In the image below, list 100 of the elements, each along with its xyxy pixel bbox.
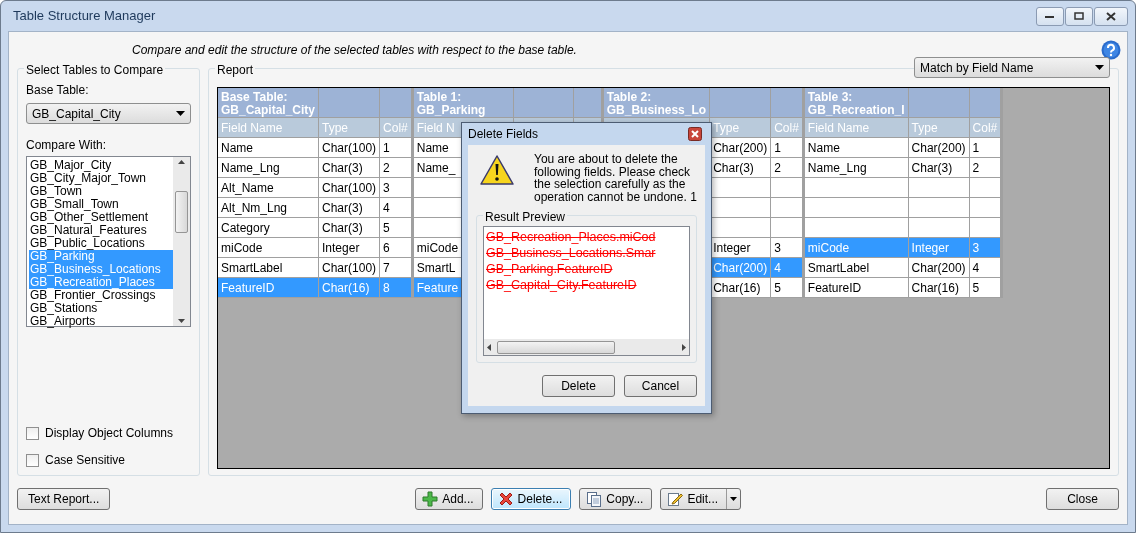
list-item[interactable]: GB_Major_City (29, 159, 173, 172)
match-dropdown[interactable]: Match by Field Name (914, 57, 1110, 78)
list-item[interactable]: GB_Public_Locations (29, 237, 173, 250)
table-cell: 2 (972, 160, 980, 175)
table-cell: Char(200) (911, 260, 966, 275)
table-cell: Name_ (416, 160, 456, 175)
table-cell: Name (416, 140, 449, 155)
window-title: Table Structure Manager (13, 7, 156, 26)
copy-button[interactable]: Copy... (579, 488, 653, 510)
table-cell: Name_Lng (221, 160, 280, 175)
table-cell: Char(16) (911, 280, 959, 295)
table-cell: 3 (774, 240, 781, 255)
edit-button[interactable]: Edit... (660, 488, 742, 510)
table-cell: 2 (383, 160, 390, 175)
down-arrow-icon[interactable] (178, 319, 185, 323)
table-cell: Feature (416, 280, 459, 295)
subtitle: Compare and edit the structure of the selected tables with respect to the base table. (132, 42, 577, 59)
scrollbar[interactable] (484, 339, 689, 355)
list-item[interactable]: GB_City_Major_Town (29, 172, 173, 185)
checkbox[interactable] (26, 453, 39, 467)
table-cell: Char(3) (322, 200, 363, 215)
list-item[interactable]: GB_Natural_Features (29, 224, 173, 237)
add-button[interactable]: Add... (415, 488, 483, 510)
table-cell: SmartLabel (221, 260, 283, 275)
table-cell: Char(3) (322, 160, 363, 175)
left-arrow-icon[interactable] (487, 343, 491, 351)
up-arrow-icon[interactable] (178, 160, 185, 164)
table-cell: Char(3) (713, 160, 754, 175)
table-cell: Char(200) (713, 140, 768, 155)
checkbox[interactable] (26, 426, 39, 440)
maximize-button[interactable] (1065, 7, 1093, 26)
preview-item: GB_Parking.FeatureID (486, 261, 614, 277)
dialog-button[interactable]: Cancel (624, 375, 697, 397)
column-header: Field Name (221, 120, 283, 135)
close-button[interactable]: Close (1046, 488, 1119, 510)
table-cell: 1 (972, 140, 980, 155)
table-cell: 4 (383, 200, 390, 215)
table-cell: 5 (972, 280, 980, 295)
table-cell: Char(16) (322, 280, 370, 295)
table-cell: Name_Lng (807, 160, 867, 175)
close-icon (1106, 12, 1116, 21)
list-item[interactable]: GB_Town (29, 185, 173, 198)
table-cell: 6 (383, 240, 390, 255)
table-cell: FeatureID (807, 280, 862, 295)
table-header: Table 1: GB_Parking (416, 91, 486, 117)
caret-icon (176, 111, 185, 116)
table-cell: 2 (774, 160, 781, 175)
close-button[interactable] (1094, 7, 1128, 26)
table-cell: Char(200) (911, 140, 966, 155)
dialog-button[interactable]: Delete (542, 375, 615, 397)
scroll-thumb[interactable] (175, 190, 188, 233)
list-item[interactable]: GB_Small_Town (29, 198, 173, 211)
table-cell: SmartL (416, 260, 456, 275)
warning-icon (480, 155, 514, 185)
table-cell: Category (221, 220, 270, 235)
checkbox-label: Display Object Columns (45, 425, 174, 442)
caret-icon (1095, 65, 1104, 70)
table-cell: 1 (774, 140, 781, 155)
list-item[interactable]: GB_Airports (29, 315, 173, 328)
minimize-button[interactable] (1036, 7, 1064, 26)
list-item[interactable]: GB_Other_Settlement (29, 211, 173, 224)
scrollbar[interactable] (173, 157, 190, 326)
maximize-icon (1073, 12, 1085, 21)
delete-button[interactable]: Delete... (490, 488, 572, 510)
table-cell: Integer (713, 240, 751, 255)
field-label: Compare With: (26, 137, 107, 154)
table-cell: Char(100) (322, 140, 377, 155)
column-header: Type (322, 120, 349, 135)
table-cell: Name (221, 140, 253, 155)
list-item[interactable]: GB_Frontier_Crossings (29, 289, 173, 302)
preview-item: GB_Business_Locations.Smar (486, 245, 657, 261)
edit-icon (667, 491, 684, 507)
checkbox-label: Case Sensitive (45, 452, 126, 469)
close-icon[interactable] (688, 127, 702, 141)
help-icon[interactable] (1101, 40, 1121, 60)
base-table-dropdown[interactable]: GB_Capital_City (26, 103, 191, 124)
table-cell: 5 (774, 280, 781, 295)
table-cell: Char(3) (322, 220, 363, 235)
table-cell: Alt_Nm_Lng (221, 200, 288, 215)
table-cell: 5 (383, 220, 390, 235)
table-cell: miCode (221, 240, 263, 255)
table-header: Table 2: GB_Business_Lo (606, 91, 707, 117)
list-item[interactable]: GB_Stations (29, 302, 173, 315)
table-header: Table 3: GB_Recreation_I (807, 91, 905, 117)
copy-icon (586, 491, 603, 507)
table-cell: Alt_Name (221, 180, 274, 195)
table-cell: 7 (383, 260, 390, 275)
table-cell: miCode (807, 240, 850, 255)
column-header: Field N (416, 120, 455, 135)
dialog-title: Delete Fields (468, 126, 539, 143)
table-cell: 8 (383, 280, 390, 295)
table-cell: Char(100) (322, 260, 377, 275)
plus-icon (422, 491, 439, 507)
table-cell: Char(16) (713, 280, 761, 295)
column-header: Type (911, 120, 938, 135)
text-report-button[interactable]: Text Report... (17, 488, 111, 510)
table-header: Base Table: GB_Capital_City (221, 91, 316, 117)
table-cell: miCode (416, 240, 459, 255)
right-arrow-icon[interactable] (682, 343, 686, 351)
column-header: Col# (774, 120, 799, 135)
